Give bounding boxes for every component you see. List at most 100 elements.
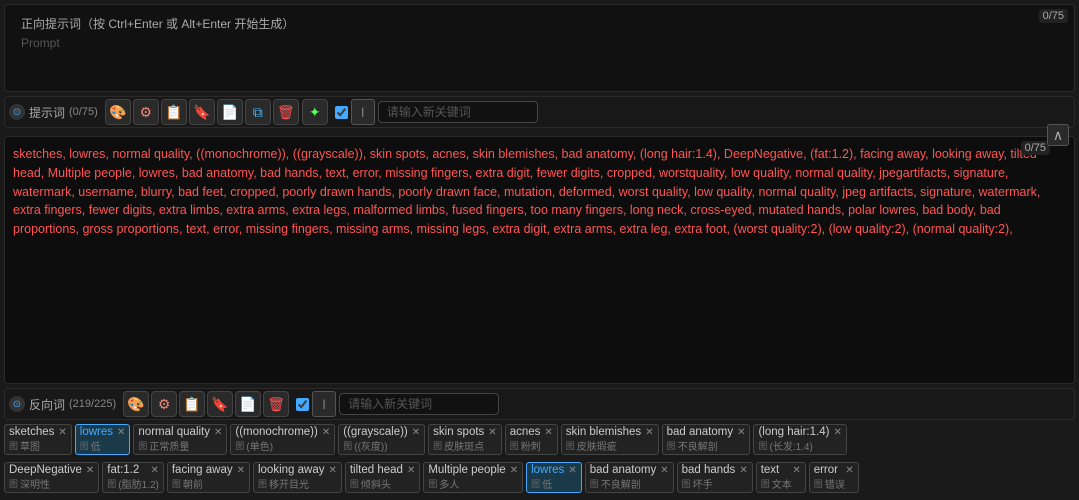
negative-prompt-content[interactable]: sketches, lowres, normal quality, ((mono…: [5, 137, 1074, 383]
tag-item[interactable]: fat:1.2✕图(脂肪1.2): [102, 462, 164, 493]
neg-divider-button[interactable]: |: [312, 391, 336, 417]
tag-name: (long hair:1.4): [758, 426, 829, 438]
tag-remove-icon[interactable]: ✕: [737, 427, 745, 438]
tag-item[interactable]: bad hands✕图坏手: [677, 462, 753, 493]
negative-counter: 0/75: [1021, 141, 1050, 155]
tag-item[interactable]: lowres✕图低: [75, 424, 131, 455]
neg-delete-button[interactable]: 🗑: [263, 391, 289, 417]
neg-bookmark-button[interactable]: 🔖: [207, 391, 233, 417]
tag-remove-icon[interactable]: ✕: [568, 465, 576, 476]
tag-name: looking away: [258, 464, 324, 476]
tag-remove-icon[interactable]: ✕: [322, 427, 330, 438]
tag-item[interactable]: skin spots ✕图皮肤斑点: [428, 424, 502, 455]
tag-icon: 图: [9, 439, 18, 452]
tag-item[interactable]: skin blemishes✕图皮肤瑕疵: [561, 424, 659, 455]
tag-name: text: [761, 464, 780, 476]
tag-subtitle: 图深明性: [9, 476, 94, 491]
tag-remove-icon[interactable]: ✕: [645, 427, 653, 438]
tag-subtitle-text: 多人: [439, 476, 459, 491]
tag-item[interactable]: ((monochrome))✕图(单色): [230, 424, 335, 455]
neg-enable-checkbox[interactable]: [296, 398, 309, 411]
tag-remove-icon[interactable]: ✕: [660, 465, 668, 476]
tag-name: skin spots: [433, 426, 484, 438]
tag-remove-icon[interactable]: ✕: [237, 465, 245, 476]
tag-subtitle-text: 皮肤斑点: [444, 438, 484, 453]
copy-button[interactable]: 📋: [161, 99, 187, 125]
tag-remove-icon[interactable]: ✕: [150, 465, 158, 476]
neg-settings-button[interactable]: ⚙: [151, 391, 177, 417]
tag-item[interactable]: (long hair:1.4) ✕图(长发:1.4): [753, 424, 846, 455]
delete-button[interactable]: 🗑: [273, 99, 299, 125]
tag-item[interactable]: text ✕图文本: [756, 462, 806, 493]
negative-tool-buttons: 🎨 ⚙ 📋 🔖 📄 🗑: [123, 391, 289, 417]
tag-name: ((grayscale)): [343, 426, 408, 438]
tag-subtitle: 图文本: [761, 476, 801, 491]
tag-subtitle: 图皮肤斑点: [433, 438, 497, 453]
tag-name: bad anatomy: [590, 464, 657, 476]
tag-remove-icon[interactable]: ✕: [739, 465, 747, 476]
tag-remove-icon[interactable]: ✕: [488, 427, 496, 438]
tag-remove-icon[interactable]: ✕: [58, 427, 66, 438]
tag-remove-icon[interactable]: ✕: [792, 465, 800, 476]
scroll-up-button[interactable]: ∧: [1047, 124, 1069, 146]
tag-item[interactable]: facing away✕图朝前: [167, 462, 250, 493]
tag-item[interactable]: normal quality✕图正常质量: [133, 424, 227, 455]
tag-subtitle: 图(单色): [235, 438, 330, 453]
tag-subtitle-text: (单色): [246, 438, 273, 453]
tag-item[interactable]: lowres✕图低: [526, 462, 582, 493]
tag-name: sketches: [9, 426, 54, 438]
tag-icon: 图: [9, 477, 18, 490]
tag-item[interactable]: DeepNegative✕图深明性: [4, 462, 99, 493]
positive-keyword-input[interactable]: [378, 101, 538, 123]
tag-item[interactable]: bad anatomy✕图不良解剖: [585, 462, 674, 493]
tag-name: error: [814, 464, 838, 476]
tag-remove-icon[interactable]: ✕: [328, 465, 336, 476]
tag-item[interactable]: acnes✕图粉刺: [505, 424, 558, 455]
tag-remove-icon[interactable]: ✕: [407, 465, 415, 476]
settings-button[interactable]: ⚙: [133, 99, 159, 125]
tag-remove-icon[interactable]: ✕: [833, 427, 841, 438]
tag-item[interactable]: ((grayscale))✕图((灰度)): [338, 424, 425, 455]
tag-remove-icon[interactable]: ✕: [86, 465, 94, 476]
tag-remove-icon[interactable]: ✕: [510, 465, 518, 476]
negative-toolbar: ⊙ 反向词 (219/225) 🎨 ⚙ 📋 🔖 📄 🗑 |: [4, 388, 1075, 420]
ai-button[interactable]: ✦: [302, 99, 328, 125]
tag-item[interactable]: Multiple people ✕图多人: [423, 462, 523, 493]
tag-subtitle: 图多人: [428, 476, 518, 491]
tag-name: Multiple people: [428, 464, 505, 476]
tag-subtitle-text: 正常质量: [149, 438, 189, 453]
enable-checkbox[interactable]: [335, 106, 348, 119]
tag-item[interactable]: looking away✕图移开目光: [253, 462, 342, 493]
negative-keyword-input[interactable]: [339, 393, 499, 415]
tag-name: lowres: [531, 464, 564, 476]
tag-icon: 图: [814, 477, 823, 490]
tag-item[interactable]: bad anatomy✕图不良解剖: [662, 424, 751, 455]
neg-style-button[interactable]: 🎨: [123, 391, 149, 417]
tags-row-2: DeepNegative✕图深明性fat:1.2✕图(脂肪1.2)facing …: [4, 462, 1075, 493]
paste-button[interactable]: 📄: [217, 99, 243, 125]
tag-subtitle: 图错误: [814, 476, 854, 491]
style-button[interactable]: 🎨: [105, 99, 131, 125]
neg-copy-button[interactable]: 📋: [179, 391, 205, 417]
tag-name: bad hands: [682, 464, 736, 476]
bookmark-button[interactable]: 🔖: [189, 99, 215, 125]
tag-item[interactable]: error ✕图错误: [809, 462, 859, 493]
tag-remove-icon[interactable]: ✕: [412, 427, 420, 438]
tag-icon: 图: [761, 477, 770, 490]
collapse-icon[interactable]: ⊙: [9, 104, 25, 120]
tag-subtitle: 图(长发:1.4): [758, 438, 841, 453]
negative-collapse-icon[interactable]: ⊙: [9, 396, 25, 412]
neg-paste-button[interactable]: 📄: [235, 391, 261, 417]
tag-remove-icon[interactable]: ✕: [117, 427, 125, 438]
tag-remove-icon[interactable]: ✕: [214, 427, 222, 438]
tag-remove-icon[interactable]: ✕: [845, 465, 853, 476]
tag-icon: 图: [138, 439, 147, 452]
tag-subtitle: 图皮肤瑕疵: [566, 438, 654, 453]
tag-item[interactable]: sketches✕图草图: [4, 424, 72, 455]
duplicate-button[interactable]: ⧉: [245, 99, 271, 125]
tag-name: tilted head: [350, 464, 403, 476]
tag-item[interactable]: tilted head✕图倾斜头: [345, 462, 420, 493]
tag-remove-icon[interactable]: ✕: [544, 427, 552, 438]
tag-name: bad anatomy: [667, 426, 734, 438]
divider-button[interactable]: |: [351, 99, 375, 125]
